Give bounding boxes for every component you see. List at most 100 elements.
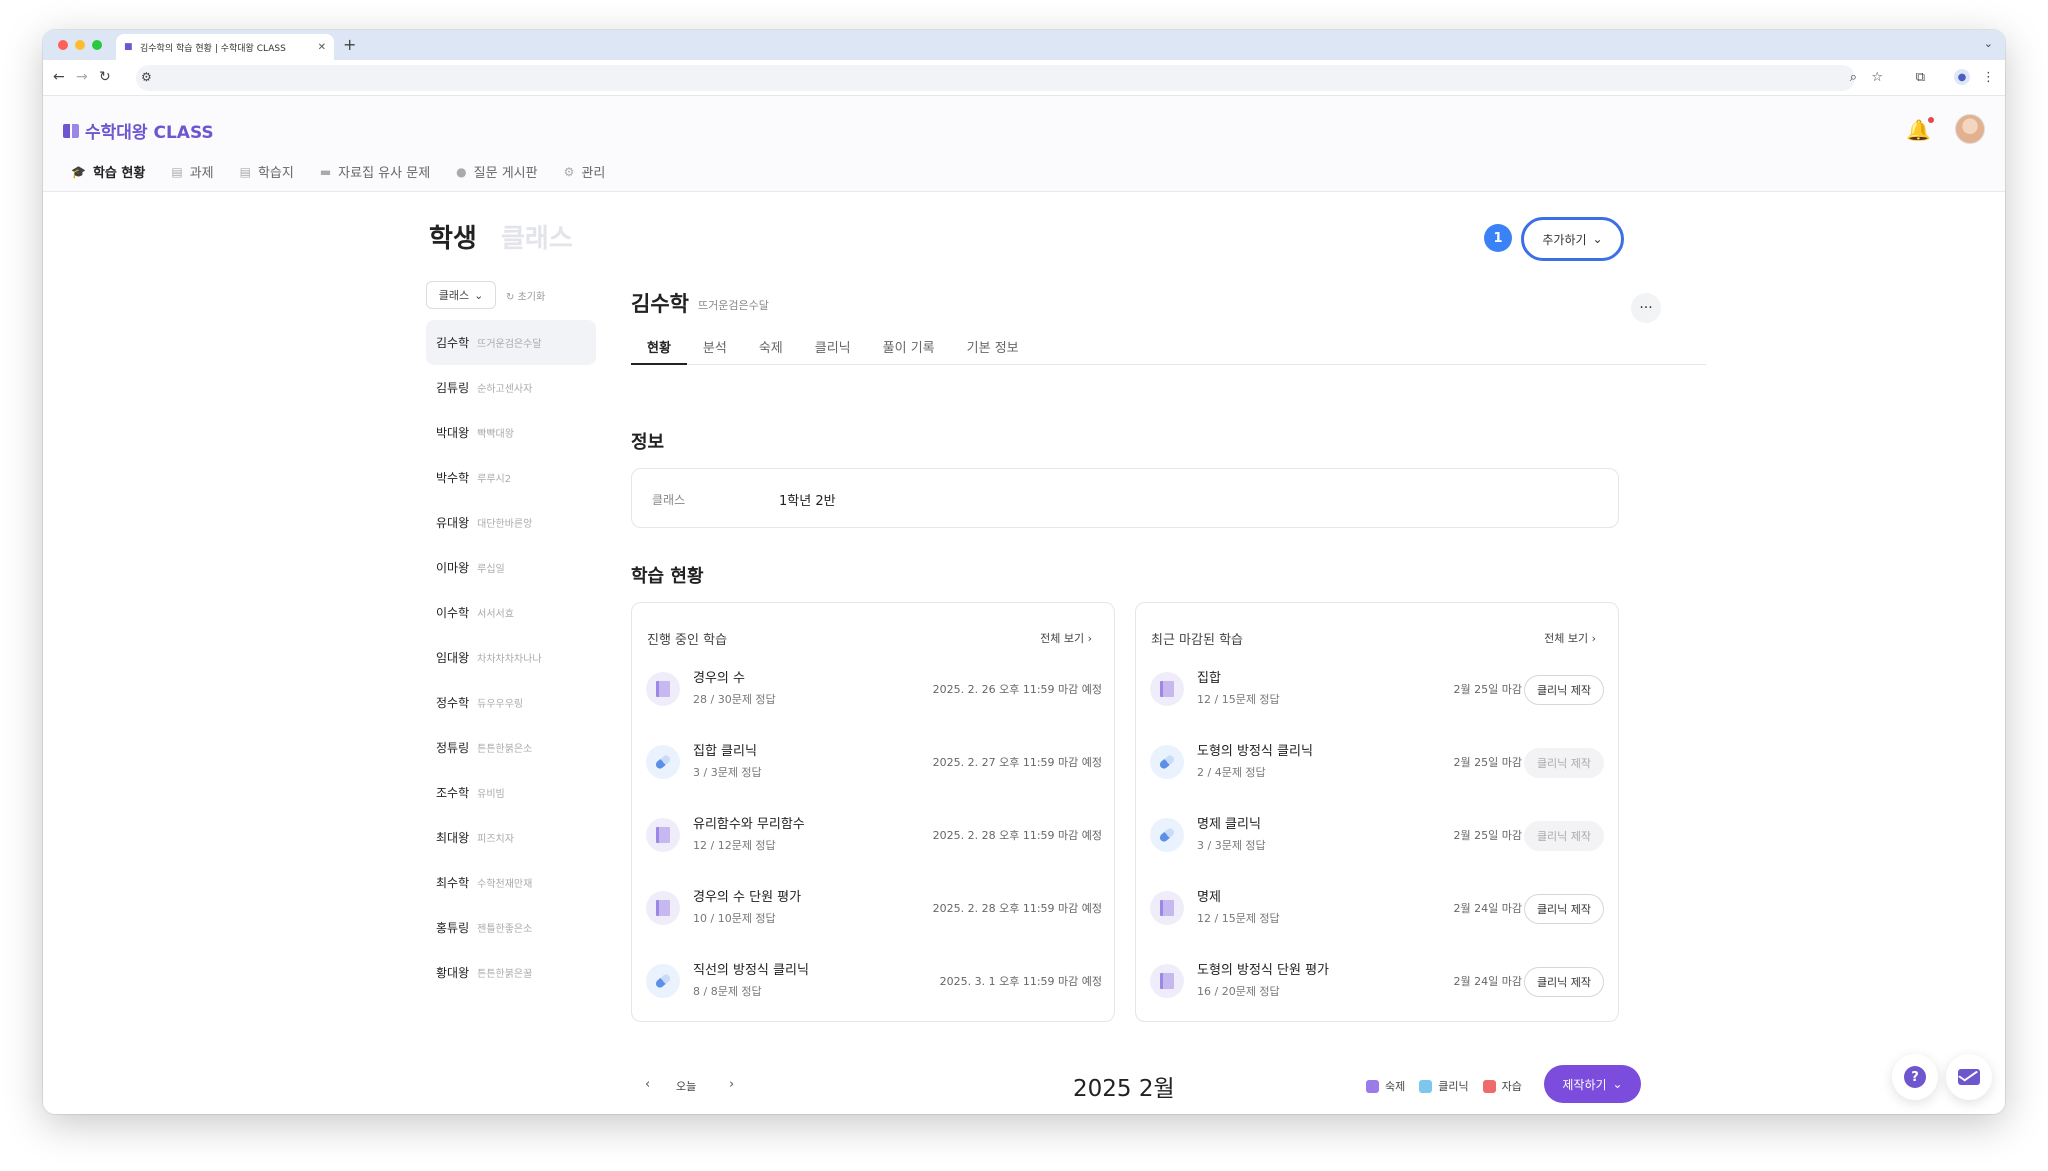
student-name: 최수학: [436, 876, 470, 890]
add-button[interactable]: 추가하기 ⌄: [1521, 217, 1624, 261]
student-item[interactable]: 이마왕 루십일: [426, 545, 596, 590]
site-settings-icon[interactable]: ⚙: [141, 70, 152, 84]
student-name: 조수학: [436, 786, 470, 800]
maximize-window-button[interactable]: [92, 40, 102, 50]
step-badge: 1: [1484, 224, 1512, 252]
student-item[interactable]: 정튜링 튼튼한붉은소: [426, 725, 596, 770]
nav-item-similar-problems[interactable]: ▬ 자료집 유사 문제: [320, 162, 430, 182]
more-options-button[interactable]: ···: [1631, 293, 1661, 323]
profile-icon[interactable]: ●: [1954, 69, 1970, 85]
make-clinic-button[interactable]: 클리닉 제작: [1524, 894, 1604, 924]
tab-clinic[interactable]: 클리닉: [799, 327, 867, 364]
browser-tab[interactable]: ■ 김수학의 학습 현황 | 수학대왕 CLASS ✕: [116, 34, 334, 60]
tab-search-button[interactable]: ⌄: [1984, 37, 1993, 50]
student-item[interactable]: 정수학 듀우우우링: [426, 680, 596, 725]
closed-view-all-link[interactable]: 전체 보기 ›: [1544, 630, 1596, 646]
ongoing-item[interactable]: 직선의 방정식 클리닉 8 / 8문제 정답 2025. 3. 1 오후 11:…: [646, 955, 1102, 1007]
item-due: 2025. 2. 28 오후 11:59 마감 예정: [932, 902, 1102, 915]
student-name: 김튜링: [436, 381, 470, 395]
calendar-prev-button[interactable]: ‹: [645, 1077, 650, 1092]
student-name: 이마왕: [436, 561, 470, 575]
student-item[interactable]: 유대왕 대단한바른앙: [426, 500, 596, 545]
student-item[interactable]: 최대왕 피즈치자: [426, 815, 596, 860]
student-item[interactable]: 황대왕 튼튼한붉은꿀: [426, 950, 596, 995]
app-header: 수학대왕 CLASS 🎓 학습 현황 ▤ 과제 ▤ 학습지 ▬ 자료집 유사 문…: [43, 96, 2005, 192]
calendar-month-title: 2025 2월: [1073, 1076, 1175, 1102]
address-bar[interactable]: [136, 65, 1855, 91]
ongoing-view-all-link[interactable]: 전체 보기 ›: [1040, 630, 1092, 646]
main-nav: 🎓 학습 현황 ▤ 과제 ▤ 학습지 ▬ 자료집 유사 문제 ● 질문 게시판 …: [71, 162, 606, 182]
tab-solve-history[interactable]: 풀이 기록: [867, 327, 951, 364]
minimize-window-button[interactable]: [75, 40, 85, 50]
student-nick: 뜨거운검은수달: [477, 339, 542, 350]
browser-toolbar: ← → ↻ ⚙ ⌕ ☆ ⧉ ● ⋮: [43, 60, 2005, 96]
closed-item[interactable]: 집합 12 / 15문제 정답 2월 25일 마감 클리닉 제작: [1150, 663, 1606, 715]
closed-item[interactable]: 도형의 방정식 단원 평가 16 / 20문제 정답 2월 24일 마감 클리닉…: [1150, 955, 1606, 1007]
tab-homework[interactable]: 숙제: [743, 327, 799, 364]
logo-text: 수학대왕 CLASS: [85, 123, 214, 143]
nav-item-assignment[interactable]: ▤ 과제: [171, 162, 213, 182]
closed-item[interactable]: 명제 클리닉 3 / 3문제 정답 2월 25일 마감 클리닉 제작: [1150, 809, 1606, 861]
nav-item-question-board[interactable]: ● 질문 게시판: [456, 162, 537, 182]
tab-close-icon[interactable]: ✕: [318, 42, 326, 53]
nav-item-manage[interactable]: ⚙ 관리: [564, 162, 606, 182]
nav-item-worksheet[interactable]: ▤ 학습지: [240, 162, 294, 182]
student-item[interactable]: 이수학 서서서효: [426, 590, 596, 635]
browser-menu-icon[interactable]: ⋮: [1982, 70, 1995, 85]
help-button[interactable]: ?: [1892, 1054, 1938, 1100]
closed-item[interactable]: 명제 12 / 15문제 정답 2월 24일 마감 클리닉 제작: [1150, 882, 1606, 934]
ongoing-title: 진행 중인 학습: [647, 633, 728, 648]
make-clinic-button[interactable]: 클리닉 제작: [1524, 675, 1604, 705]
ongoing-card: 진행 중인 학습 전체 보기 › 경우의 수 28 / 30문제 정답 2025…: [631, 602, 1115, 1022]
student-item[interactable]: 박수학 루루시2: [426, 455, 596, 500]
student-item[interactable]: 임대왕 차차차차차나나: [426, 635, 596, 680]
app-logo[interactable]: 수학대왕 CLASS: [63, 118, 214, 143]
student-item[interactable]: 홍튜링 젠틀한좋은소: [426, 905, 596, 950]
tab-analysis[interactable]: 분석: [687, 327, 743, 364]
close-window-button[interactable]: [58, 40, 68, 50]
zoom-icon[interactable]: ⌕: [1850, 70, 1857, 85]
calendar-next-button[interactable]: ›: [729, 1077, 734, 1092]
legend-item: 자습: [1482, 1078, 1522, 1094]
notification-bell-icon[interactable]: 🔔: [1906, 117, 1934, 142]
legend-item: 숙제: [1366, 1078, 1405, 1094]
make-button[interactable]: 제작하기 ⌄: [1544, 1065, 1641, 1103]
student-item[interactable]: 조수학 유비빔: [426, 770, 596, 815]
item-score: 16 / 20문제 정답: [1197, 985, 1280, 998]
reload-icon[interactable]: ↻: [99, 69, 111, 85]
student-nick: 순하고센사자: [477, 384, 533, 395]
ongoing-item[interactable]: 경우의 수 단원 평가 10 / 10문제 정답 2025. 2. 28 오후 …: [646, 882, 1102, 934]
message-button[interactable]: [1946, 1054, 1992, 1100]
student-item[interactable]: 최수학 수학천재만재: [426, 860, 596, 905]
new-tab-button[interactable]: +: [343, 35, 356, 54]
make-button-label: 제작하기: [1562, 1077, 1607, 1092]
tab-status[interactable]: 현황: [631, 327, 687, 365]
ongoing-item[interactable]: 유리함수와 무리함수 12 / 12문제 정답 2025. 2. 28 오후 1…: [646, 809, 1102, 861]
bookmark-star-icon[interactable]: ☆: [1871, 70, 1883, 85]
ongoing-item[interactable]: 경우의 수 28 / 30문제 정답 2025. 2. 26 오후 11:59 …: [646, 663, 1102, 715]
nav-item-learning-status[interactable]: 🎓 학습 현황: [71, 162, 145, 182]
extensions-icon[interactable]: ⧉: [1916, 70, 1925, 85]
page-title-students[interactable]: 학생: [429, 218, 477, 255]
reset-button[interactable]: ↻ 초기화: [506, 288, 545, 303]
make-clinic-button[interactable]: 클리닉 제작: [1524, 967, 1604, 997]
closed-item[interactable]: 도형의 방정식 클리닉 2 / 4문제 정답 2월 25일 마감 클리닉 제작: [1150, 736, 1606, 788]
info-section-title: 정보: [631, 432, 665, 453]
student-item[interactable]: 박대왕 빡빡대왕: [426, 410, 596, 455]
item-score: 3 / 3문제 정답: [693, 766, 762, 779]
student-list: 김수학 뜨거운검은수달 김튜링 순하고센사자 박대왕 빡빡대왕 박수학 루루시2 유대왕…: [426, 320, 596, 995]
legend-item: 클리닉: [1419, 1078, 1469, 1094]
ongoing-item[interactable]: 집합 클리닉 3 / 3문제 정답 2025. 2. 27 오후 11:59 마…: [646, 736, 1102, 788]
item-title: 도형의 방정식 클리닉: [1197, 744, 1313, 759]
back-icon[interactable]: ←: [53, 69, 65, 85]
calendar-today-button[interactable]: 오늘: [676, 1078, 696, 1094]
pill-icon: [646, 964, 680, 998]
user-avatar[interactable]: [1955, 114, 1985, 144]
tab-basic-info[interactable]: 기본 정보: [951, 327, 1035, 364]
student-nick: 루십일: [477, 564, 505, 575]
forward-icon[interactable]: →: [76, 69, 88, 85]
student-item[interactable]: 김수학 뜨거운검은수달: [426, 320, 596, 365]
student-item[interactable]: 김튜링 순하고센사자: [426, 365, 596, 410]
page-title-classes[interactable]: 클래스: [501, 218, 573, 255]
class-filter-dropdown[interactable]: 클래스 ⌄: [426, 281, 496, 309]
